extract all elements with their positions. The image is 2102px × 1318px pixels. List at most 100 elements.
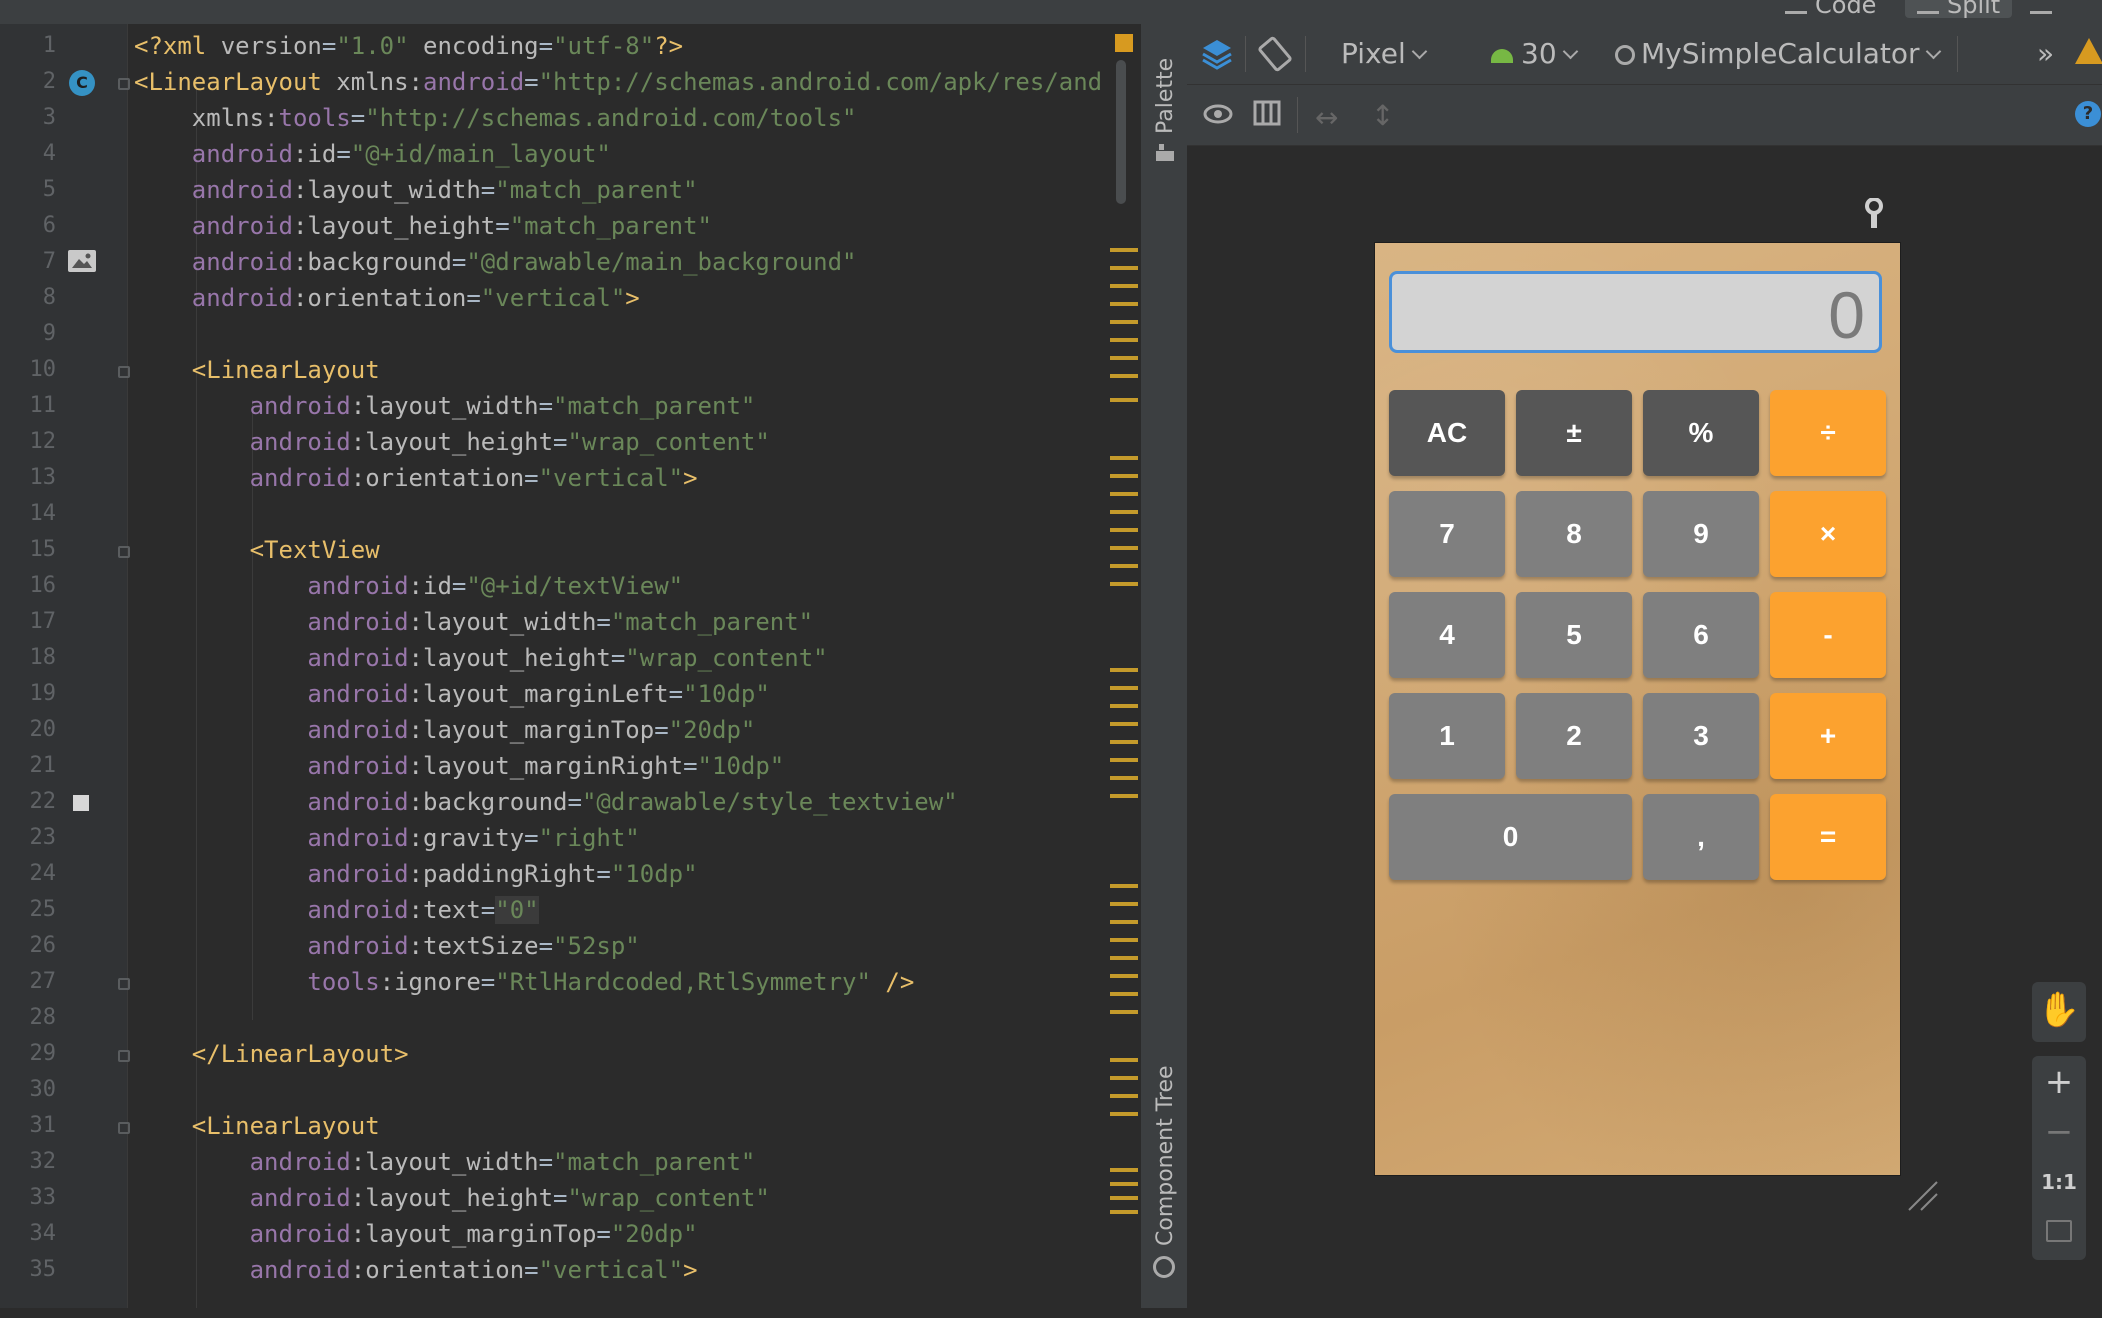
resize-handle-icon[interactable] [1905, 1178, 1941, 1214]
pan-hand-icon[interactable]: ✋ [2032, 990, 2086, 1030]
stripe-mark[interactable] [1110, 938, 1138, 942]
stripe-mark[interactable] [1110, 374, 1138, 378]
code-line[interactable]: <TextView [134, 532, 380, 568]
stripe-mark[interactable] [1110, 920, 1138, 924]
device-dropdown[interactable]: Pixel [1341, 34, 1428, 74]
calc-button[interactable]: 6 [1643, 592, 1759, 678]
code-line[interactable]: android:id="@+id/main_layout" [134, 136, 611, 172]
stripe-mark[interactable] [1110, 668, 1138, 672]
color-swatch-icon[interactable] [73, 795, 89, 811]
code-line[interactable]: android:paddingRight="10dp" [134, 856, 697, 892]
component-tree-tab[interactable]: Component Tree [1153, 1065, 1178, 1246]
phone-preview[interactable]: 0 AC ±% ÷ 7 8 9 × 4 5 6- 1 2 3 +0, = [1375, 243, 1900, 1175]
stripe-mark[interactable] [1110, 456, 1138, 460]
code-line[interactable]: android:layout_marginTop="20dp" [134, 1216, 698, 1252]
stripe-mark[interactable] [1110, 974, 1138, 978]
calc-button[interactable]: , [1643, 794, 1759, 880]
stripe-mark[interactable] [1110, 492, 1138, 496]
stripe-mark[interactable] [1110, 758, 1138, 762]
calculator-display[interactable]: 0 [1389, 271, 1882, 353]
stripe-mark[interactable] [1110, 248, 1138, 252]
stripe-mark[interactable] [1110, 302, 1138, 306]
vertical-resize-icon[interactable]: ↕ [1371, 99, 1394, 132]
code-line[interactable]: android:orientation="vertical"> [134, 460, 698, 496]
stripe-mark[interactable] [1110, 722, 1138, 726]
design-view-button[interactable] [2030, 0, 2052, 18]
split-view-button[interactable]: Split [1905, 0, 2013, 19]
stripe-mark[interactable] [1110, 776, 1138, 780]
code-line[interactable]: android:layout_marginRight="10dp" [134, 748, 784, 784]
warning-icon[interactable] [2075, 38, 2102, 64]
stripe-mark[interactable] [1110, 398, 1138, 402]
api-level-dropdown[interactable]: 30 [1491, 34, 1578, 74]
code-view-button[interactable]: Code [1785, 0, 1876, 19]
horizontal-resize-icon[interactable]: ↔ [1315, 101, 1338, 134]
code-line[interactable]: android:background="@drawable/style_text… [134, 784, 957, 820]
calc-button[interactable]: 3 [1643, 693, 1759, 779]
code-line[interactable]: android:layout_width="match_parent" [134, 388, 756, 424]
stripe-mark[interactable] [1110, 740, 1138, 744]
code-editor[interactable]: <?xml version="1.0" encoding="utf-8"?> <L… [128, 24, 1118, 1308]
code-line[interactable]: android:layout_width="match_parent" [134, 1144, 756, 1180]
code-line[interactable]: android:textSize="52sp" [134, 928, 639, 964]
stripe-mark[interactable] [1110, 528, 1138, 532]
calc-button[interactable]: 7 [1389, 491, 1505, 577]
calc-button[interactable]: ÷ [1770, 390, 1886, 476]
help-icon[interactable]: ? [2075, 101, 2101, 127]
layers-icon[interactable] [1199, 36, 1235, 72]
code-line[interactable]: android:layout_height="match_parent" [134, 208, 712, 244]
calc-button[interactable]: - [1770, 592, 1886, 678]
calc-button[interactable]: 2 [1516, 693, 1632, 779]
calc-button[interactable]: % [1643, 390, 1759, 476]
stripe-mark[interactable] [1110, 704, 1138, 708]
fold-marker[interactable] [118, 366, 130, 378]
stripe-mark[interactable] [1110, 356, 1138, 360]
stripe-mark[interactable] [1110, 266, 1138, 270]
code-line[interactable]: tools:ignore="RtlHardcoded,RtlSymmetry" … [134, 964, 914, 1000]
calc-button[interactable]: 8 [1516, 491, 1632, 577]
calc-button[interactable]: ± [1516, 390, 1632, 476]
calc-button[interactable]: = [1770, 794, 1886, 880]
fold-marker[interactable] [118, 78, 130, 90]
code-line[interactable]: android:layout_height="wrap_content" [134, 640, 827, 676]
code-line[interactable]: android:orientation="vertical"> [134, 280, 640, 316]
code-line[interactable]: android:layout_height="wrap_content" [134, 1180, 770, 1216]
image-preview-icon[interactable] [68, 250, 96, 272]
code-line[interactable]: xmlns:tools="http://schemas.android.com/… [134, 100, 857, 136]
code-line[interactable]: android:text="0" [134, 892, 539, 928]
stripe-mark[interactable] [1110, 474, 1138, 478]
class-c-icon[interactable]: C [69, 70, 95, 96]
code-line[interactable]: android:id="@+id/textView" [134, 568, 683, 604]
code-line[interactable]: android:background="@drawable/main_backg… [134, 244, 857, 280]
inspection-status-icon[interactable] [1115, 34, 1133, 52]
stripe-mark[interactable] [1110, 1196, 1138, 1200]
stripe-mark[interactable] [1110, 884, 1138, 888]
code-line[interactable]: android:gravity="right" [134, 820, 639, 856]
code-line[interactable]: android:layout_height="wrap_content" [134, 424, 770, 460]
calc-button[interactable]: 5 [1516, 592, 1632, 678]
stripe-mark[interactable] [1110, 510, 1138, 514]
fold-marker[interactable] [118, 978, 130, 990]
calc-button[interactable]: 0 [1389, 794, 1632, 880]
fold-marker[interactable] [118, 1050, 130, 1062]
component-tree-icon[interactable] [1153, 1256, 1175, 1278]
fold-marker[interactable] [118, 546, 130, 558]
stripe-mark[interactable] [1110, 1182, 1138, 1186]
stripe-mark[interactable] [1110, 686, 1138, 690]
stripe-mark[interactable] [1110, 338, 1138, 342]
stripe-mark[interactable] [1110, 1112, 1138, 1116]
fold-marker[interactable] [118, 1122, 130, 1134]
blueprint-toggle-icon[interactable] [1253, 99, 1281, 127]
zoom-in-button[interactable]: + [2032, 1062, 2086, 1102]
code-line[interactable]: android:layout_width="match_parent" [134, 604, 813, 640]
zoom-out-button[interactable]: − [2032, 1112, 2086, 1152]
stripe-mark[interactable] [1110, 546, 1138, 550]
code-line[interactable]: <LinearLayout xmlns:android="http://sche… [134, 64, 1118, 100]
code-line[interactable]: android:layout_width="match_parent" [134, 172, 698, 208]
stripe-mark[interactable] [1110, 284, 1138, 288]
calc-button[interactable]: 4 [1389, 592, 1505, 678]
palette-icon[interactable] [1155, 142, 1175, 162]
code-line[interactable]: <LinearLayout [134, 352, 380, 388]
zoom-actual-size-button[interactable]: 1:1 [2032, 1170, 2086, 1194]
code-line[interactable]: </LinearLayout> [134, 1036, 409, 1072]
